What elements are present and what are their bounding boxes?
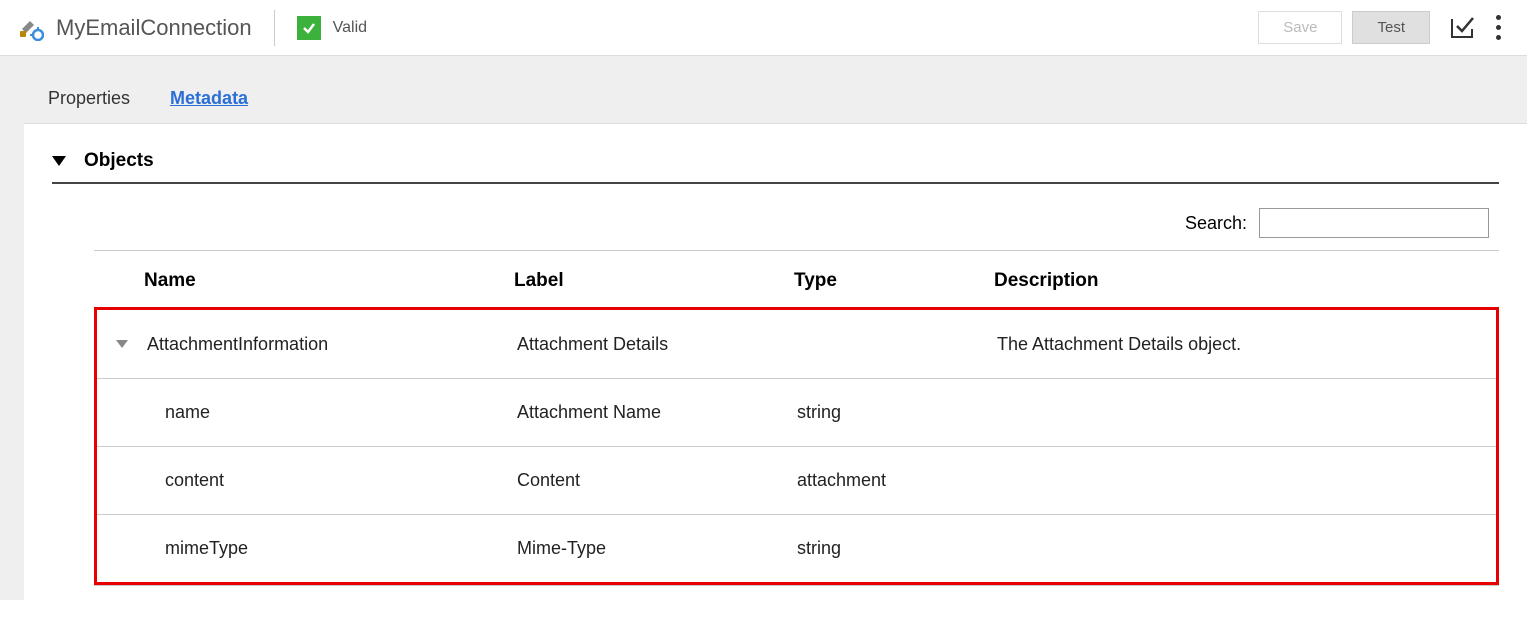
collapse-icon[interactable] — [52, 156, 66, 166]
cell-name: name — [147, 402, 517, 423]
cell-label: Content — [517, 470, 797, 491]
search-label: Search: — [1185, 213, 1247, 234]
cell-label: Mime-Type — [517, 538, 797, 559]
col-description: Description — [994, 270, 1314, 292]
cell-name: mimeType — [147, 538, 517, 559]
cell-name: content — [147, 470, 517, 491]
table-row[interactable]: AttachmentInformation Attachment Details… — [97, 310, 1496, 378]
expand-icon[interactable] — [97, 340, 147, 348]
cell-label: Attachment Name — [517, 402, 797, 423]
cell-description: The Attachment Details object. — [997, 334, 1317, 355]
table-row[interactable]: content Content attachment — [97, 446, 1496, 514]
save-button[interactable]: Save — [1258, 11, 1342, 44]
objects-table: Name Label Type Description AttachmentIn… — [94, 250, 1499, 586]
test-button[interactable]: Test — [1352, 11, 1430, 44]
more-menu-icon[interactable] — [1496, 15, 1501, 40]
content-panel: Objects Search: Name Label Type Descript… — [24, 124, 1527, 624]
table-header-row: Name Label Type Description — [94, 250, 1499, 310]
table-row[interactable]: mimeType Mime-Type string — [97, 514, 1496, 582]
col-label: Label — [514, 270, 794, 292]
tabs-bar: Properties Metadata — [24, 56, 1527, 124]
cell-type: string — [797, 402, 997, 423]
content-area: Properties Metadata Objects Search: Name… — [0, 56, 1527, 600]
page-title: MyEmailConnection — [56, 15, 252, 41]
search-input[interactable] — [1259, 208, 1489, 238]
header-bar: MyEmailConnection Valid Save Test — [0, 0, 1527, 56]
search-row: Search: — [52, 184, 1499, 250]
status-text: Valid — [333, 19, 367, 37]
tab-properties[interactable]: Properties — [48, 88, 130, 123]
table-row[interactable]: name Attachment Name string — [97, 378, 1496, 446]
tab-metadata[interactable]: Metadata — [170, 88, 248, 123]
connection-icon — [18, 15, 44, 41]
validate-icon[interactable] — [1448, 14, 1476, 42]
col-type: Type — [794, 270, 994, 292]
cell-type: string — [797, 538, 997, 559]
section-header[interactable]: Objects — [52, 150, 1499, 184]
cell-type: attachment — [797, 470, 997, 491]
cell-name: AttachmentInformation — [147, 334, 517, 355]
highlighted-object-group: AttachmentInformation Attachment Details… — [94, 307, 1499, 585]
cell-label: Attachment Details — [517, 334, 797, 355]
divider — [274, 10, 275, 46]
col-name: Name — [144, 270, 514, 292]
table-bottom-border — [94, 585, 1499, 586]
valid-check-icon — [297, 16, 321, 40]
section-title: Objects — [84, 150, 154, 172]
